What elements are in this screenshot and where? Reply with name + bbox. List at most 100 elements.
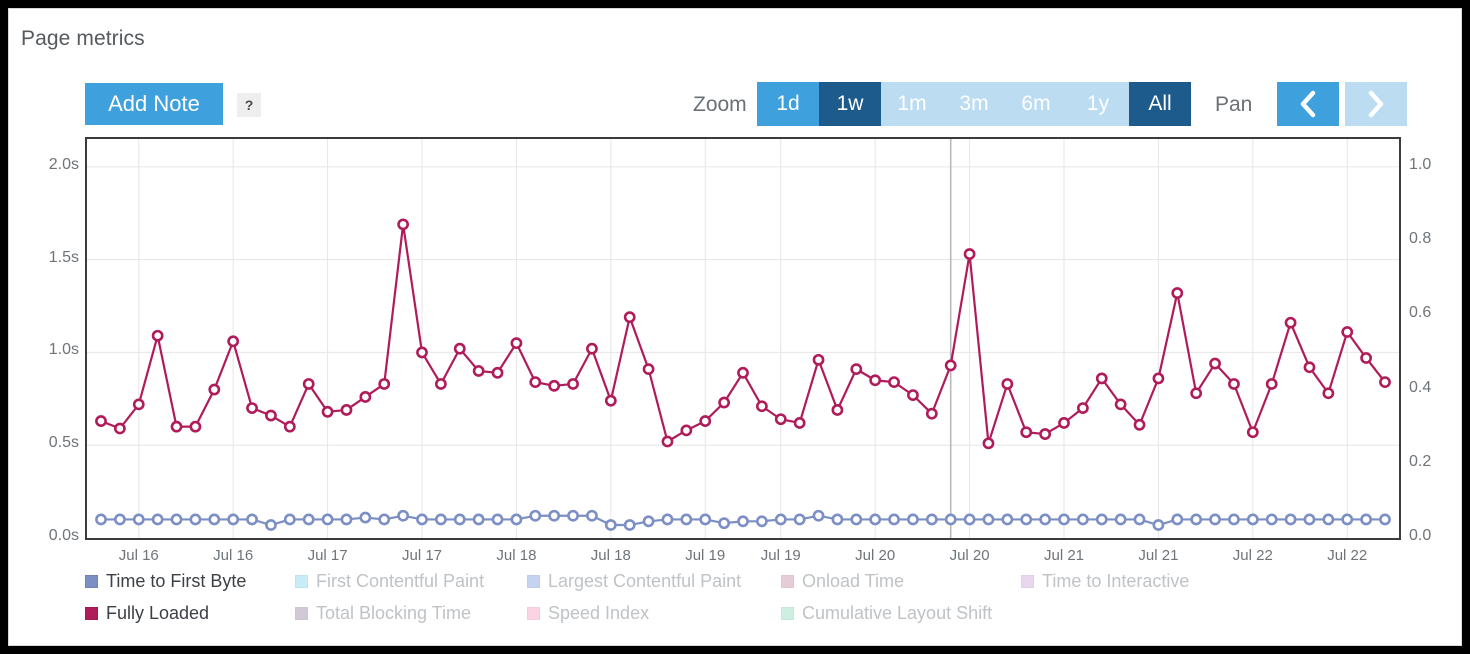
series-point <box>208 513 221 526</box>
series-point <box>1209 357 1221 370</box>
legend-label: Time to First Byte <box>106 570 247 591</box>
series-point <box>548 379 561 392</box>
series-point <box>1284 513 1297 526</box>
pan-label: Pan <box>1215 93 1253 116</box>
series-point <box>472 513 485 526</box>
y-axis-left-tick: 0.0s <box>48 527 79 544</box>
series-point <box>812 509 825 522</box>
x-axis-tick: Jul 16 <box>213 547 254 564</box>
zoom-range-3m[interactable]: 3m <box>943 82 1005 126</box>
series-point <box>963 513 976 526</box>
series-point <box>1114 513 1127 526</box>
chart-legend: Time to First Byte First Contentful Paint… <box>85 565 1415 629</box>
series-point <box>1190 387 1203 400</box>
series-point <box>1284 316 1297 329</box>
series-point <box>529 376 542 389</box>
series-point <box>1001 513 1014 526</box>
series-point <box>416 513 428 526</box>
series-point <box>1039 513 1052 526</box>
legend-item[interactable]: Largest Contentful Paint <box>527 571 781 592</box>
legend-label: First Contentful Paint <box>316 570 485 591</box>
plot-svg <box>87 139 1399 538</box>
x-axis-tick: Jul 17 <box>307 547 348 564</box>
series-point <box>623 311 636 324</box>
legend-item[interactable]: Fully Loaded <box>85 603 295 624</box>
series-point <box>189 420 202 433</box>
chart-toolbar: Add Note ? Zoom 1d 1w 1m 3m 6m 1y All Pan <box>9 75 1461 126</box>
zoom-label: Zoom <box>693 93 747 116</box>
pan-left-button[interactable] <box>1277 82 1339 126</box>
series-point <box>510 513 523 526</box>
series-point <box>642 515 655 528</box>
legend-swatch-icon <box>527 574 540 588</box>
series-point <box>944 359 957 372</box>
series-point <box>774 413 787 426</box>
series-point <box>869 374 882 387</box>
y-axis-left-tick: 1.5s <box>48 248 79 266</box>
legend-item[interactable]: Time to First Byte <box>85 571 295 592</box>
series-point <box>737 515 749 528</box>
add-note-button[interactable]: Add Note <box>85 83 223 125</box>
zoom-range-all[interactable]: All <box>1129 82 1191 126</box>
series-point <box>491 366 504 379</box>
zoom-range-6m[interactable]: 6m <box>1005 82 1067 126</box>
series-point <box>1058 417 1070 429</box>
series-point <box>321 405 334 418</box>
series-point <box>170 513 183 526</box>
series-point <box>283 513 296 526</box>
series-point <box>586 342 598 355</box>
series-point <box>1379 376 1391 389</box>
pan-right-button[interactable] <box>1345 82 1407 126</box>
zoom-range-1y[interactable]: 1y <box>1067 82 1129 126</box>
x-axis-tick: Jul 22 <box>1232 547 1273 564</box>
series-point <box>623 519 636 531</box>
x-axis-tick: Jul 21 <box>1043 547 1085 564</box>
series-point <box>1360 352 1373 364</box>
series-point <box>472 365 485 377</box>
series-point <box>793 417 806 429</box>
legend-item[interactable]: First Contentful Paint <box>295 571 527 592</box>
legend-item[interactable]: Cumulative Layout Shift <box>781 603 1081 624</box>
legend-swatch-icon <box>527 606 540 620</box>
zoom-range-1m[interactable]: 1m <box>881 82 943 126</box>
series-point <box>359 391 372 403</box>
series-point <box>491 513 504 526</box>
y-axis-right-tick: 1.0 <box>1409 155 1432 173</box>
series-point <box>510 337 523 350</box>
series-point <box>340 404 353 416</box>
plot-frame[interactable] <box>85 137 1401 540</box>
series-point <box>113 513 126 526</box>
series-point <box>793 513 806 526</box>
y-axis-right-tick: 0.8 <box>1409 230 1432 248</box>
help-icon[interactable]: ? <box>237 93 261 117</box>
zoom-range-1w[interactable]: 1w <box>819 82 881 126</box>
series-point <box>1379 513 1391 526</box>
y-axis-left-tick: 1.0s <box>48 341 79 359</box>
zoom-range-1d[interactable]: 1d <box>757 82 819 126</box>
legend-label: Time to Interactive <box>1042 570 1190 591</box>
series-point <box>1228 513 1240 526</box>
series-point <box>246 513 258 526</box>
series-point <box>1020 426 1033 439</box>
y-axis-right-tick: 0.0 <box>1409 527 1432 544</box>
x-axis-tick: Jul 17 <box>401 547 443 564</box>
legend-item[interactable]: Total Blocking Time <box>295 603 527 624</box>
legend-item[interactable]: Time to Interactive <box>1021 571 1271 592</box>
series-point <box>227 335 240 348</box>
series-point <box>1265 513 1278 526</box>
series-point <box>661 435 674 448</box>
series-point <box>925 407 938 420</box>
legend-swatch-icon <box>295 606 308 620</box>
legend-label: Fully Loaded <box>106 602 210 623</box>
series-point <box>831 404 844 416</box>
series-point <box>907 389 919 402</box>
legend-item[interactable]: Onload Time <box>781 571 1021 592</box>
x-axis-tick: Jul 19 <box>685 547 726 564</box>
legend-item[interactable]: Speed Index <box>527 603 781 624</box>
legend-swatch-icon <box>781 606 794 620</box>
series-line <box>99 223 1387 445</box>
series-point <box>718 396 731 409</box>
series-point <box>812 353 825 366</box>
series-point <box>1095 372 1108 385</box>
series-point <box>1322 513 1335 526</box>
